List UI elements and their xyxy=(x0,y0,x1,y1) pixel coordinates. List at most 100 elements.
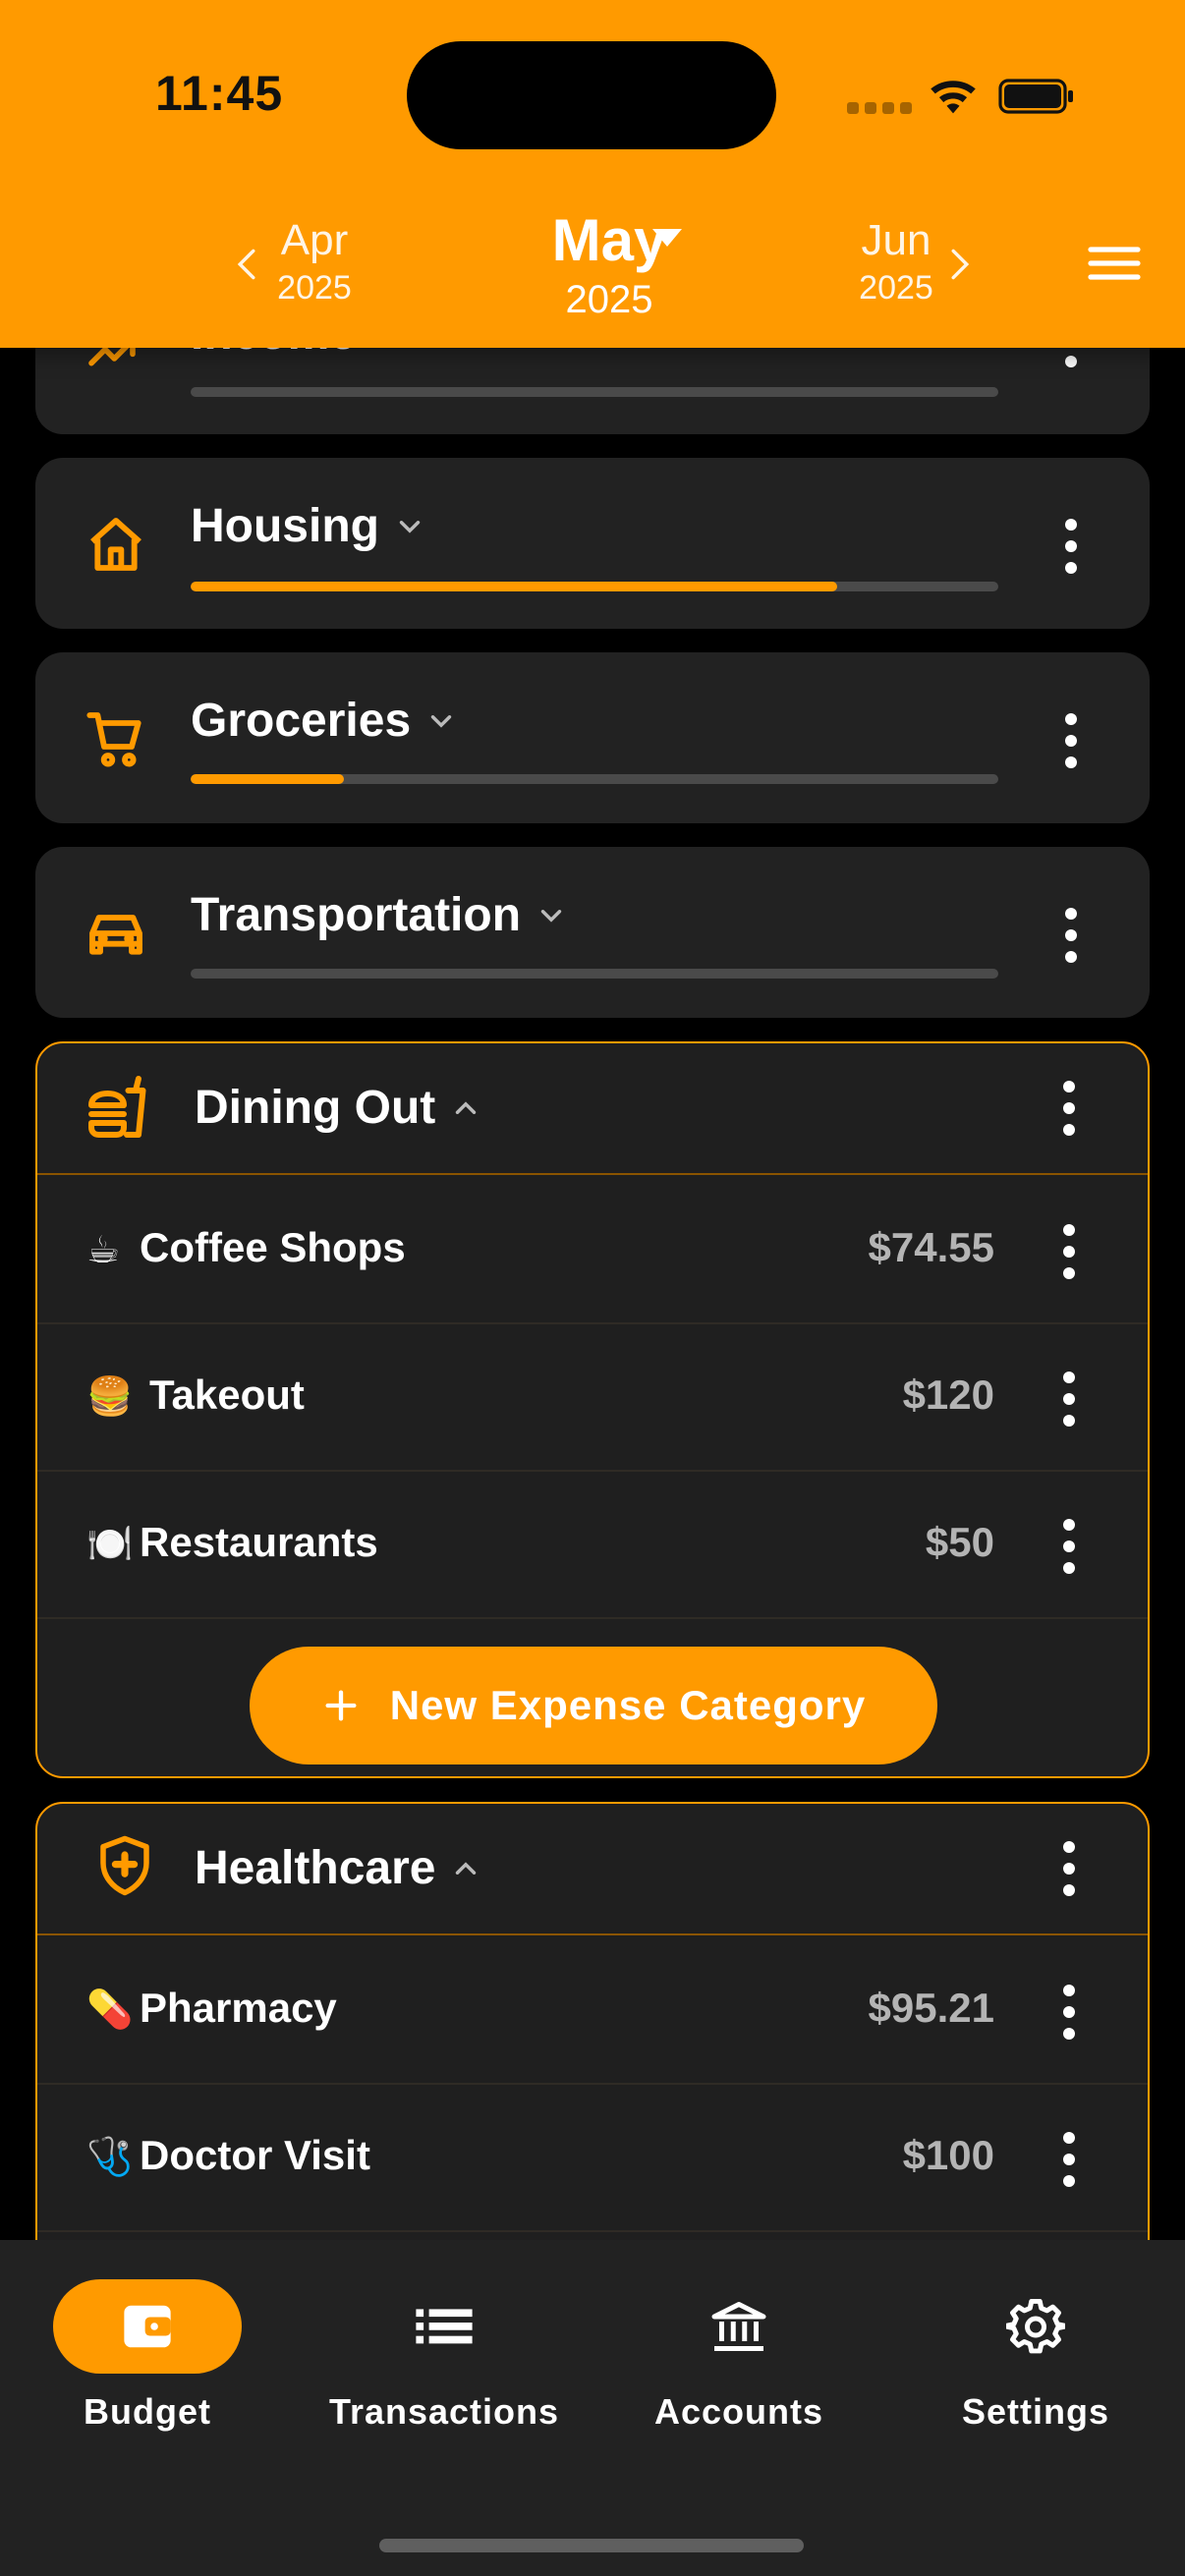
progress-fill xyxy=(191,774,345,784)
chevron-down-icon xyxy=(430,714,452,728)
more-menu-button[interactable] xyxy=(1061,1224,1077,1279)
nav-label: Transactions xyxy=(328,2391,560,2432)
subcategory-amount: $100 xyxy=(902,2132,994,2178)
progress-fill xyxy=(191,582,837,591)
cart-icon xyxy=(86,712,141,767)
more-menu-button[interactable] xyxy=(1061,1081,1077,1136)
category-card-housing[interactable]: Housing xyxy=(35,458,1150,629)
subcategory-amount: $50 xyxy=(925,1519,994,1565)
more-menu-button[interactable] xyxy=(1063,519,1079,574)
subcategory-row[interactable]: 💊 Pharmacy $95.21 xyxy=(37,1937,1148,2085)
subcategory-name: Coffee Shops xyxy=(140,1224,406,1270)
prev-month: Apr xyxy=(280,216,349,264)
dynamic-island xyxy=(407,41,776,149)
coffee-icon: ☕ xyxy=(86,1230,121,1271)
subcategory-row[interactable]: ☕ Coffee Shops $74.55 xyxy=(37,1177,1148,1324)
progress-bar xyxy=(191,774,998,784)
plate-icon: 🍽️ xyxy=(86,1524,134,1565)
category-title[interactable]: Transportation xyxy=(191,888,568,942)
hamburger-menu-icon[interactable] xyxy=(1087,244,1142,283)
next-year: 2025 xyxy=(859,269,933,307)
nav-accounts-pill xyxy=(645,2279,833,2374)
more-menu-button[interactable] xyxy=(1063,908,1079,963)
new-expense-category-label: New Expense Category xyxy=(389,1682,867,1728)
nav-transactions-pill xyxy=(350,2279,538,2374)
new-expense-category-button[interactable]: New Expense Category xyxy=(250,1647,937,1764)
house-icon xyxy=(90,518,141,571)
subcategory-amount: $120 xyxy=(902,1372,994,1418)
category-name: Healthcare xyxy=(195,1842,436,1894)
nav-label: Budget xyxy=(84,2391,211,2432)
pill-icon: 💊 xyxy=(86,1989,134,2031)
category-title[interactable]: Groceries xyxy=(191,694,458,748)
chevron-right-icon[interactable] xyxy=(949,248,971,281)
burger-icon: 🍔 xyxy=(86,1376,134,1418)
more-menu-button[interactable] xyxy=(1061,2132,1077,2187)
nav-budget[interactable]: Budget xyxy=(0,2279,295,2433)
cellular-signal-icon xyxy=(847,102,912,114)
progress-bar xyxy=(191,387,998,397)
subcategory-name: Restaurants xyxy=(140,1519,378,1565)
battery-icon xyxy=(998,79,1073,114)
category-title[interactable]: Dining Out xyxy=(195,1081,482,1135)
shield-plus-icon xyxy=(100,1835,149,1896)
category-title[interactable]: Housing xyxy=(191,499,426,553)
next-month: Jun xyxy=(861,216,931,264)
subcategory-row[interactable]: 🍔 Takeout $120 xyxy=(37,1324,1148,1472)
subcategory-row[interactable]: 🍽️ Restaurants $50 xyxy=(37,1472,1148,1619)
nav-transactions[interactable]: Transactions xyxy=(297,2279,592,2433)
prev-month-button[interactable]: Apr 2025 xyxy=(265,216,364,308)
next-month-button[interactable]: Jun 2025 xyxy=(847,216,945,308)
list-icon xyxy=(416,2309,473,2344)
category-header[interactable]: Healthcare xyxy=(37,1804,1148,1935)
category-header[interactable]: Dining Out xyxy=(37,1043,1148,1175)
subcategory-name: Doctor Visit xyxy=(140,2132,370,2178)
subcategory-name: Takeout xyxy=(149,1372,305,1418)
nav-accounts[interactable]: Accounts xyxy=(592,2279,886,2433)
app-header: 11:45 Apr 2025 May 2025 Jun 2025 xyxy=(0,0,1185,348)
subcategory-amount: $74.55 xyxy=(868,1224,994,1270)
progress-bar xyxy=(191,582,998,591)
chevron-down-icon xyxy=(399,520,421,533)
home-indicator xyxy=(379,2539,804,2552)
more-menu-button[interactable] xyxy=(1063,713,1079,768)
category-name: Dining Out xyxy=(195,1082,436,1134)
subcategory-amount: $95.21 xyxy=(868,1985,994,2031)
subcategory-row[interactable]: 🩺 Doctor Visit $100 xyxy=(37,2085,1148,2232)
fast-food-icon xyxy=(88,1076,146,1138)
more-menu-button[interactable] xyxy=(1061,1372,1077,1427)
prev-year: 2025 xyxy=(277,269,352,307)
category-card-dining-out: Dining Out ☕ Coffee Shops $74.55 🍔 Takeo… xyxy=(35,1041,1150,1778)
gear-icon xyxy=(1006,2298,1065,2354)
category-title[interactable]: Healthcare xyxy=(195,1841,482,1895)
car-icon xyxy=(89,915,142,955)
more-menu-button[interactable] xyxy=(1061,1519,1077,1574)
chevron-up-icon xyxy=(456,1100,477,1114)
nav-settings-pill xyxy=(941,2279,1130,2374)
progress-bar xyxy=(191,969,998,979)
stethoscope-icon: 🩺 xyxy=(86,2137,134,2178)
current-month: May xyxy=(551,207,667,273)
bottom-navigation: Budget Transactions Accounts Settings xyxy=(0,2240,1185,2576)
subcategory-name: Pharmacy xyxy=(140,1985,337,2031)
nav-label: Settings xyxy=(961,2391,1109,2432)
category-name: Transportation xyxy=(191,889,522,941)
plus-icon xyxy=(325,1690,357,1721)
category-card-healthcare: Healthcare 💊 Pharmacy $95.21 🩺 Doctor Vi… xyxy=(35,1802,1150,2313)
chevron-up-icon xyxy=(456,1861,477,1875)
current-month-selector[interactable]: May 2025 xyxy=(491,206,727,322)
nav-budget-pill xyxy=(53,2279,242,2374)
category-card-transportation[interactable]: Transportation xyxy=(35,847,1150,1018)
category-card-groceries[interactable]: Groceries xyxy=(35,652,1150,823)
current-year: 2025 xyxy=(565,278,653,321)
wallet-icon xyxy=(124,2305,171,2348)
chevron-down-icon xyxy=(540,909,562,923)
nav-settings[interactable]: Settings xyxy=(888,2279,1183,2433)
chevron-left-icon[interactable] xyxy=(236,248,257,281)
caret-down-icon xyxy=(652,229,682,247)
bank-icon xyxy=(711,2302,766,2351)
status-time: 11:45 xyxy=(155,66,284,121)
wifi-icon xyxy=(931,81,976,114)
more-menu-button[interactable] xyxy=(1061,1841,1077,1896)
more-menu-button[interactable] xyxy=(1061,1985,1077,2040)
